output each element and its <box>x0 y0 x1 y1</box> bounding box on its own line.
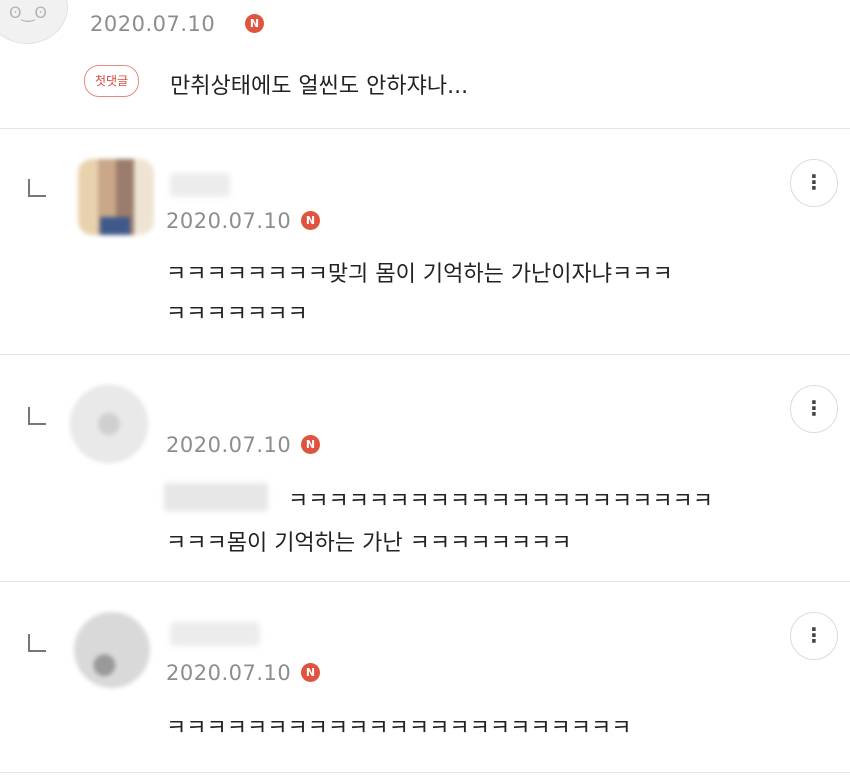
mention-blurred[interactable] <box>164 483 268 511</box>
new-badge-icon: N <box>301 663 320 682</box>
comment-text-line: ㅋㅋㅋㅋㅋㅋㅋㅋ맞긔 몸이 기억하는 가난이자냐ㅋㅋㅋ <box>166 262 673 287</box>
first-comment-badge: 첫댓글 <box>84 65 140 97</box>
comment-text-line: ㅋㅋㅋㅋㅋㅋㅋㅋㅋㅋㅋㅋㅋㅋㅋㅋㅋㅋㅋㅋㅋㅋㅋ <box>166 716 632 741</box>
avatar[interactable] <box>70 385 148 463</box>
more-options-icon[interactable]: ⋮ <box>790 159 838 207</box>
comment-text-line: ㅋㅋㅋㅋㅋㅋㅋ <box>166 302 308 327</box>
reply-item: 2020.07.10 N ㅋㅋㅋㅋㅋㅋㅋㅋ맞긔 몸이 기억하는 가난이자냐ㅋㅋㅋ… <box>0 129 850 355</box>
comment-text: 만취상태에도 얼씬도 안하쟈나... <box>170 74 469 99</box>
avatar[interactable] <box>78 159 154 235</box>
username-blurred[interactable] <box>170 622 260 646</box>
comment-date: 2020.07.10 <box>90 12 216 36</box>
more-options-icon[interactable]: ⋮ <box>790 385 838 433</box>
avatar[interactable] <box>74 612 150 688</box>
avatar[interactable]: ʘ‿ʘ <box>0 0 68 44</box>
comment-text-line: ㅋㅋㅋ몸이 기억하는 가난 ㅋㅋㅋㅋㅋㅋㅋㅋ <box>166 531 572 556</box>
comment-text-line: ㅋㅋㅋㅋㅋㅋㅋㅋㅋㅋㅋㅋㅋㅋㅋㅋㅋㅋㅋㅋㅋ <box>288 489 714 514</box>
reply-item: 2020.07.10 N ㅋㅋㅋㅋㅋㅋㅋㅋㅋㅋㅋㅋㅋㅋㅋㅋㅋㅋㅋㅋㅋ ㅋㅋㅋ몸이… <box>0 355 850 582</box>
reply-arrow-icon <box>28 634 46 652</box>
top-comment: ʘ‿ʘ 2020.07.10 N 첫댓글 만취상태에도 얼씬도 안하쟈나... <box>0 0 850 129</box>
comment-date: 2020.07.10 <box>166 661 292 685</box>
new-badge-icon: N <box>245 14 264 33</box>
comment-date: 2020.07.10 <box>166 433 292 457</box>
more-options-icon[interactable]: ⋮ <box>790 612 838 660</box>
reply-item: 2020.07.10 N ㅋㅋㅋㅋㅋㅋㅋㅋㅋㅋㅋㅋㅋㅋㅋㅋㅋㅋㅋㅋㅋㅋㅋ ⋮ <box>0 582 850 773</box>
comment-date: 2020.07.10 <box>166 209 292 233</box>
new-badge-icon: N <box>301 435 320 454</box>
reply-arrow-icon <box>28 407 46 425</box>
reply-arrow-icon <box>28 179 46 197</box>
username-blurred[interactable] <box>170 173 230 197</box>
avatar-face-icon: ʘ‿ʘ <box>8 3 48 22</box>
new-badge-icon: N <box>301 211 320 230</box>
